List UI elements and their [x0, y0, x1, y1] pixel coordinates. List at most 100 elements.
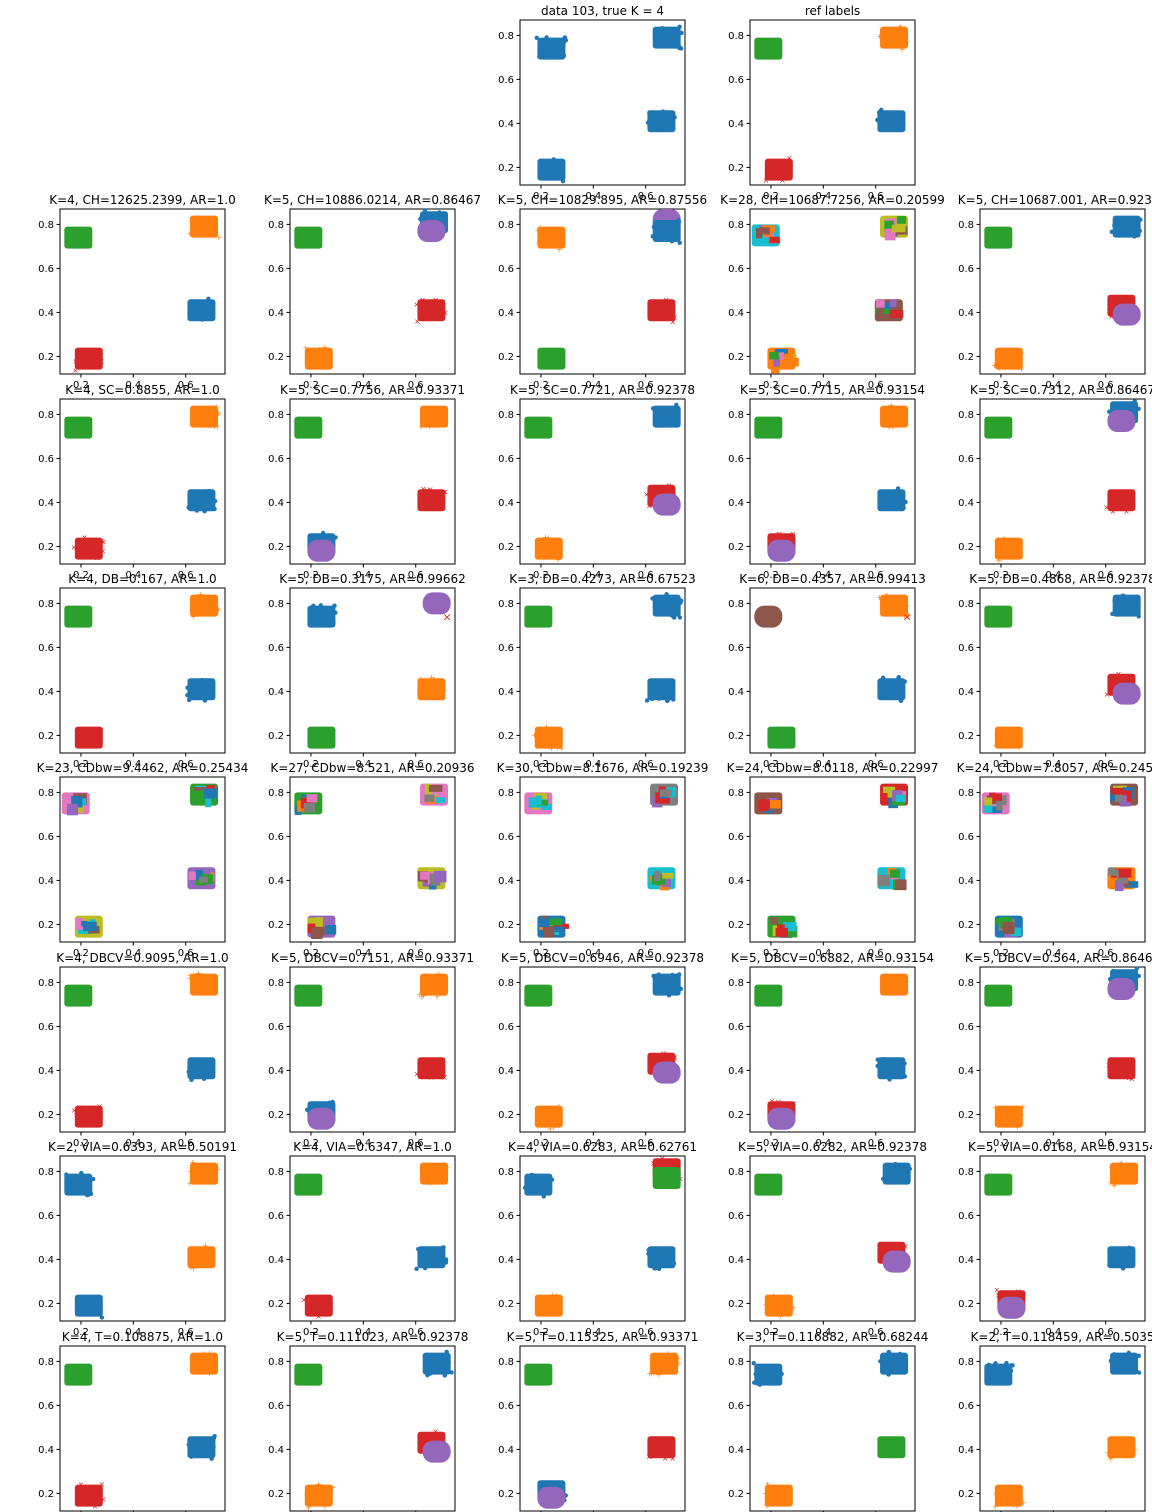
y-tick-label: 0.6: [728, 264, 744, 275]
cluster-edge-marker: ×: [786, 154, 793, 163]
cluster-edge-dot: [903, 499, 908, 505]
cluster-edge-dot: [880, 491, 885, 496]
cluster-edge-dot: [83, 1307, 89, 1312]
cluster-edge-dot: [542, 38, 547, 43]
cluster-edge-dot: [889, 695, 894, 700]
cluster-edge-dot: [984, 1380, 990, 1385]
cluster-edge-dot: [886, 503, 891, 508]
cluster-edge-dot: [84, 1192, 89, 1197]
y-tick-label: 0.2: [268, 1110, 284, 1121]
cluster-edge-marker: +: [664, 1349, 671, 1358]
cluster-edge-dot: [677, 24, 682, 30]
subplot-title: K=5, DBCV=0.6882, AR=0.93154: [731, 951, 934, 965]
cluster-edge-dot: [99, 1315, 105, 1320]
subcluster: [889, 869, 900, 878]
cluster-edge-dot: [996, 1371, 1002, 1377]
cluster-edge-marker: ×: [661, 1050, 668, 1059]
cluster-edge-dot: [665, 40, 670, 45]
cluster-edge-marker: ×: [72, 366, 79, 375]
cluster-edge-marker: +: [186, 229, 193, 238]
cluster-edge-dot: [652, 1266, 657, 1271]
subcluster: [659, 789, 672, 797]
subplot-24: K=5, DBCV=0.6946, AR=0.923780.2 0.4 0.60.2…: [498, 951, 704, 1149]
cluster-edge-marker: +: [209, 1246, 216, 1255]
cluster-edge-marker: +: [1004, 1493, 1011, 1502]
cluster-edge-dot: [677, 615, 683, 620]
y-tick-label: 0.2: [498, 1110, 514, 1121]
cluster-edge-dot: [192, 1067, 197, 1072]
subcluster: [205, 797, 212, 808]
cluster-edge-dot: [656, 972, 661, 977]
y-tick-label: 0.2: [268, 1299, 284, 1310]
y-tick-label: 0.8: [728, 220, 744, 231]
cluster-edge-marker: +: [1008, 1120, 1015, 1129]
cluster-edge-marker: +: [210, 1173, 217, 1182]
cluster-edge-marker: +: [886, 25, 893, 34]
y-tick-label: 0.8: [498, 978, 514, 989]
cluster-edge-dot: [449, 1370, 454, 1375]
cluster-edge-dot: [554, 160, 560, 165]
cluster-edge-dot: [672, 115, 677, 120]
y-tick-label: 0.6: [958, 1401, 974, 1412]
y-tick-label: 0.4: [268, 1445, 284, 1456]
y-tick-label: 0.8: [958, 788, 974, 799]
y-tick-label: 0.6: [728, 643, 744, 654]
subplot-title: K=4, DBCV=0.9095, AR=1.0: [56, 951, 228, 965]
cluster-edge-dot: [890, 1172, 895, 1177]
subcluster: [896, 794, 907, 803]
cluster-edge-dot: [670, 37, 675, 42]
cluster-edge-marker: ×: [77, 737, 84, 746]
cluster-edge-dot: [196, 308, 202, 313]
cluster-edge-dot: [93, 1310, 99, 1315]
y-tick-label: 0.6: [728, 75, 744, 86]
cluster-edge-marker: +: [552, 236, 559, 245]
cluster-edge-dot: [751, 1361, 756, 1366]
cluster-edge-marker: ×: [442, 487, 449, 496]
cluster-edge-marker: +: [888, 982, 895, 991]
subplot-title: K=5, T=0.115325, AR=0.93371: [507, 1330, 699, 1344]
cluster-edge-dot: [414, 1266, 419, 1271]
y-tick-label: 0.2: [958, 1489, 974, 1500]
y-tick-label: 0.8: [38, 599, 54, 610]
cluster-edge-dot: [896, 675, 901, 680]
cluster-4: [767, 1107, 796, 1130]
cluster-edge-marker: ×: [97, 347, 104, 356]
subcluster: [662, 872, 674, 879]
cluster-edge-dot: [993, 1361, 998, 1366]
cluster-edge-marker: ×: [659, 310, 666, 319]
y-tick-label: 0.6: [728, 1211, 744, 1222]
y-tick-label: 0.2: [38, 1489, 54, 1500]
subplot-25: K=5, DBCV=0.6882, AR=0.931540.2 0.4 0.60.2…: [728, 951, 934, 1149]
cluster-3: [647, 1246, 676, 1269]
subplot-13: K=5, DB=0.3175, AR=0.996620.2 0.4 0.60.20.…: [268, 572, 466, 770]
y-tick-label: 0.6: [958, 264, 974, 275]
cluster-edge-dot: [895, 1166, 901, 1171]
subplot-22: K=4, DBCV=0.9095, AR=1.00.2 0.4 0.60.20.40…: [38, 951, 229, 1149]
cluster-edge-dot: [83, 1177, 88, 1182]
cluster-0: [64, 226, 93, 249]
cluster-edge-dot: [194, 694, 199, 699]
cluster-2: [1107, 978, 1136, 1000]
y-tick-label: 0.8: [268, 1167, 284, 1178]
y-tick-label: 0.8: [498, 1357, 514, 1368]
cluster-edge-dot: [186, 1442, 191, 1447]
cluster-edge-marker: +: [195, 607, 202, 616]
cluster-edge-dot: [1136, 406, 1141, 412]
subcluster: [890, 309, 904, 319]
cluster-edge-dot: [541, 1194, 546, 1199]
subplot-title: K=4, SC=0.8855, AR=1.0: [65, 383, 220, 397]
subplot-14: K=3, DB=0.4273, AR=0.675230.2 0.4 0.60.20.…: [498, 572, 696, 770]
y-tick-label: 0.8: [958, 220, 974, 231]
cluster-edge-marker: +: [770, 1308, 777, 1317]
y-tick-label: 0.2: [268, 352, 284, 363]
cluster-edge-dot: [875, 117, 880, 123]
cluster-edge-marker: +: [1000, 535, 1007, 544]
cluster-edge-marker: +: [204, 1173, 211, 1182]
cluster-edge-dot: [204, 492, 210, 497]
cluster-edge-dot: [884, 123, 889, 129]
cluster-edge-dot: [536, 1178, 542, 1183]
subcluster: [538, 918, 550, 928]
cluster-edge-dot: [658, 683, 663, 688]
subcluster: [891, 224, 906, 233]
cluster-edge-dot: [887, 685, 893, 691]
